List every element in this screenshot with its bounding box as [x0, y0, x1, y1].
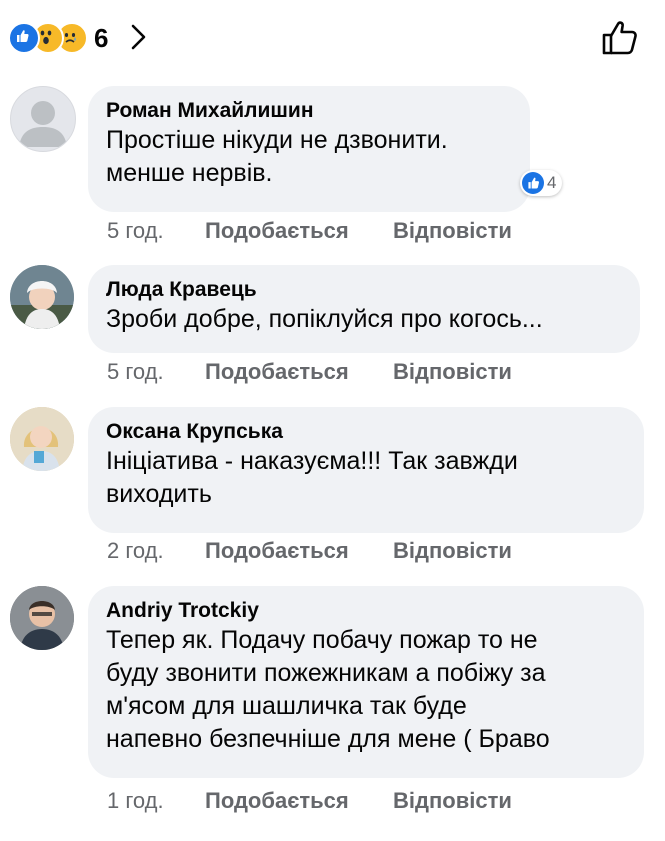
reaction-count: 6	[94, 22, 109, 53]
comment-bubble: Andriy Trotckiy Тепер як. Подачу побачу …	[88, 586, 644, 778]
comment-text: Тепер як. Подачу побачу пожар то не буду…	[106, 626, 550, 753]
default-avatar-icon	[19, 101, 67, 147]
comment-author[interactable]: Роман Михайлишин	[106, 98, 514, 124]
user-photo-icon	[10, 265, 74, 329]
like-button[interactable]: Подобається	[205, 538, 393, 564]
like-icon	[522, 172, 544, 194]
comment-time[interactable]: 5 год.	[107, 359, 205, 385]
comments-page: 6 Роман Михайлишин Простіше нікуди не дз…	[0, 0, 665, 841]
comment-reactions[interactable]: 4	[520, 170, 563, 196]
user-photo-icon	[10, 407, 74, 471]
comment-text: Простіше нікуди не дзвонити. менше нерві…	[106, 126, 448, 187]
comment-bubble: Роман Михайлишин Простіше нікуди не дзво…	[88, 86, 530, 212]
like-button[interactable]: Подобається	[205, 788, 393, 814]
like-icon	[8, 22, 40, 54]
comment-author[interactable]: Люда Кравець	[106, 277, 624, 303]
user-photo-icon	[10, 586, 74, 650]
avatar[interactable]	[10, 86, 76, 152]
reply-button[interactable]: Відповісти	[393, 218, 512, 244]
chevron-right-icon[interactable]	[124, 22, 154, 52]
reactions-header: 6	[0, 0, 665, 76]
comment-bubble: Люда Кравець Зроби добре, попіклуйся про…	[88, 265, 640, 353]
reactions-summary[interactable]: 6	[8, 22, 108, 54]
like-button[interactable]: Подобається	[205, 359, 393, 385]
reply-button[interactable]: Відповісти	[393, 538, 512, 564]
comment-actions: 2 год. Подобається Відповісти	[107, 538, 512, 564]
comment-time[interactable]: 2 год.	[107, 538, 205, 564]
comment-actions: 5 год. Подобається Відповісти	[107, 218, 512, 244]
avatar[interactable]	[10, 407, 74, 471]
avatar[interactable]	[10, 586, 74, 650]
comment-actions: 1 год. Подобається Відповісти	[107, 788, 512, 814]
comment-text: Ініціатива - наказуєма!!! Так завжди вих…	[106, 447, 518, 508]
reply-button[interactable]: Відповісти	[393, 359, 512, 385]
like-button[interactable]: Подобається	[205, 218, 393, 244]
comment-actions: 5 год. Подобається Відповісти	[107, 359, 512, 385]
comment-bubble: Оксана Крупська Ініціатива - наказуєма!!…	[88, 407, 644, 533]
avatar[interactable]	[10, 265, 74, 329]
comment-time[interactable]: 1 год.	[107, 788, 205, 814]
comment-text: Зроби добре, попіклуйся про когось...	[106, 305, 543, 333]
comment-reaction-count: 4	[547, 173, 557, 192]
comment-time[interactable]: 5 год.	[107, 218, 205, 244]
comment-author[interactable]: Andriy Trotckiy	[106, 598, 628, 624]
comment-author[interactable]: Оксана Крупська	[106, 419, 628, 445]
reply-button[interactable]: Відповісти	[393, 788, 512, 814]
thumbs-up-icon[interactable]	[600, 20, 640, 56]
